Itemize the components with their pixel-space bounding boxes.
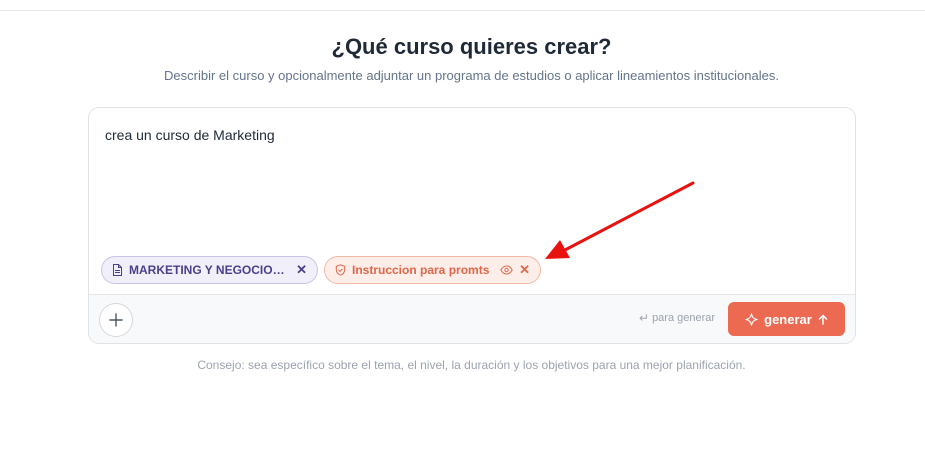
course-prompt-card: crea un curso de Marketing MARKETING Y N… xyxy=(88,107,856,344)
add-attachment-button[interactable] xyxy=(99,303,133,337)
tip-text: Consejo: sea específico sobre el tema, e… xyxy=(197,358,746,372)
hint-text: para generar xyxy=(652,312,716,324)
attachment-label: MARKETING Y NEGOCIOS DIGITALES xyxy=(129,263,290,277)
arrow-up-icon xyxy=(818,314,828,325)
attachment-chips: MARKETING Y NEGOCIOS DIGITALES ✕ Instruc… xyxy=(101,256,541,284)
prompt-footer: ↵ para generar generar xyxy=(89,294,855,343)
eye-icon[interactable] xyxy=(500,265,513,275)
top-divider xyxy=(0,10,925,11)
generate-label: generar xyxy=(764,311,812,327)
remove-attachment-button[interactable]: ✕ xyxy=(519,262,530,278)
page-subtitle: Describir el curso y opcionalmente adjun… xyxy=(164,68,779,83)
page-title: ¿Qué curso quieres crear? xyxy=(331,34,612,59)
attachment-chip-guidelines[interactable]: Instruccion para promts ✕ xyxy=(324,256,541,284)
sparkle-icon xyxy=(745,312,758,326)
plus-icon xyxy=(109,313,123,327)
shield-icon xyxy=(335,264,346,276)
attachment-chip-syllabus[interactable]: MARKETING Y NEGOCIOS DIGITALES ✕ xyxy=(101,256,318,284)
prompt-input[interactable]: crea un curso de Marketing xyxy=(105,127,275,143)
generate-button[interactable]: generar xyxy=(728,302,845,336)
remove-attachment-button[interactable]: ✕ xyxy=(296,262,307,278)
attachment-label: Instruccion para promts xyxy=(352,263,490,277)
keyboard-hint: ↵ para generar xyxy=(639,311,715,325)
enter-key-icon: ↵ xyxy=(639,311,650,325)
document-icon xyxy=(112,264,123,276)
